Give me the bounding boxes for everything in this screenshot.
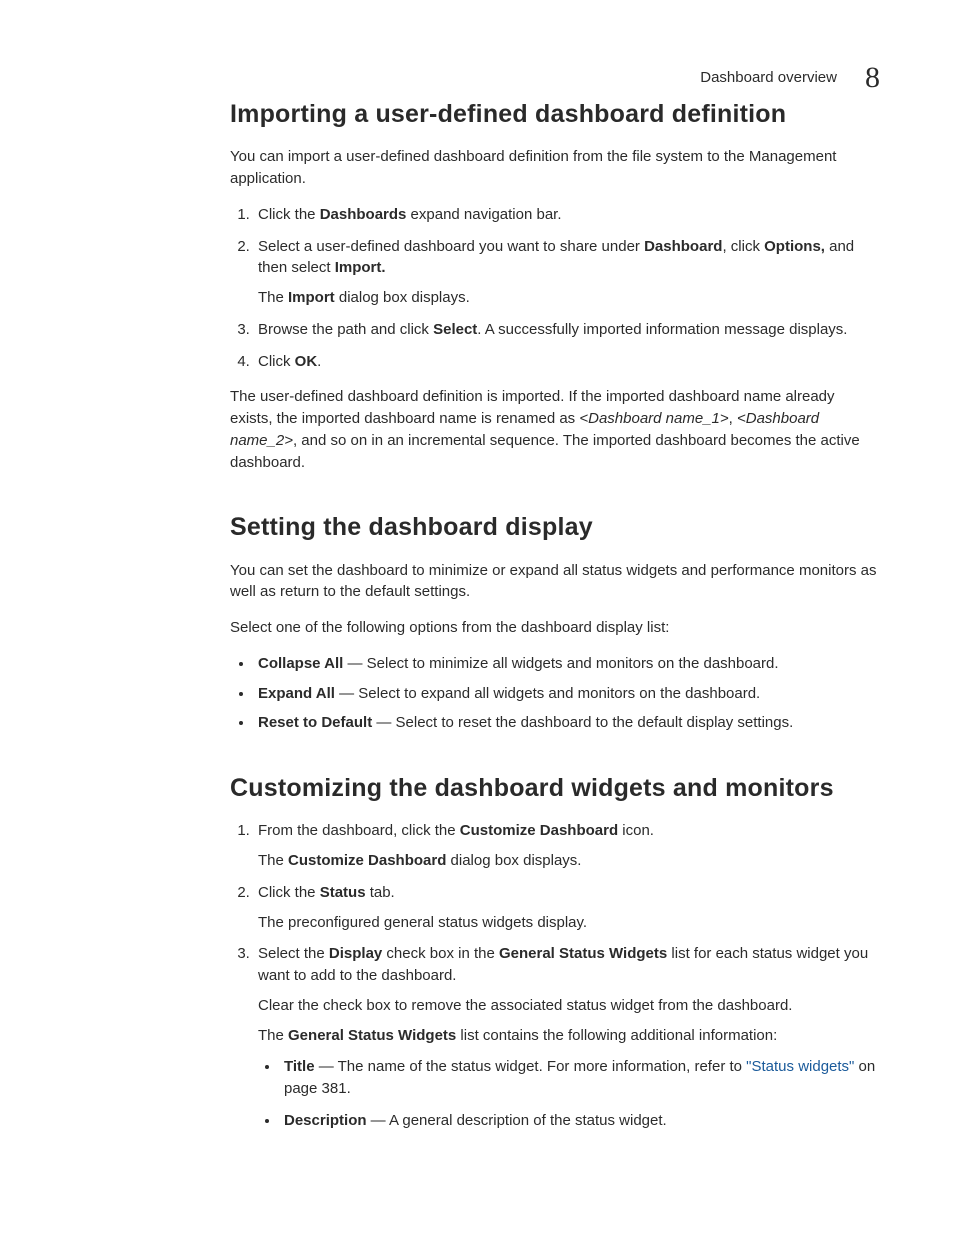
list-item: Expand All — Select to expand all widget… (254, 683, 880, 705)
bold-text: Import. (335, 259, 386, 276)
paragraph: You can set the dashboard to minimize or… (230, 560, 880, 604)
text: tab. (366, 884, 395, 901)
chapter-number: 8 (865, 56, 880, 100)
bold-text: Customize Dashboard (288, 852, 446, 869)
bold-text: Import (288, 289, 335, 306)
paragraph: The user-defined dashboard definition is… (230, 386, 880, 473)
section-customizing: Customizing the dashboard widgets and mo… (230, 770, 880, 1132)
text: icon. (618, 822, 654, 839)
text: expand navigation bar. (406, 206, 561, 223)
bold-text: Select (433, 321, 477, 338)
text: check box in the (382, 945, 499, 962)
list-item: Collapse All — Select to minimize all wi… (254, 653, 880, 675)
list-item: Select a user-defined dashboard you want… (254, 236, 880, 309)
text: — Select to minimize all widgets and mon… (343, 655, 778, 672)
list-item: From the dashboard, click the Customize … (254, 820, 880, 872)
text: The (258, 289, 288, 306)
text: . A successfully imported information me… (477, 321, 847, 338)
text: — Select to expand all widgets and monit… (335, 685, 760, 702)
document-page: Dashboard overview 8 Importing a user-de… (0, 0, 954, 1235)
text: . (317, 353, 321, 370)
paragraph: The preconfigured general status widgets… (258, 912, 880, 934)
list-item: Click the Dashboards expand navigation b… (254, 204, 880, 226)
text: Select a user-defined dashboard you want… (258, 238, 644, 255)
bold-text: Options, (764, 238, 825, 255)
link-status-widgets[interactable]: "Status widgets" (746, 1058, 854, 1075)
bold-text: Collapse All (258, 655, 343, 672)
unordered-list: Collapse All — Select to minimize all wi… (230, 653, 880, 734)
bold-text: Status (320, 884, 366, 901)
text: The (258, 852, 288, 869)
paragraph: The Customize Dashboard dialog box displ… (258, 850, 880, 872)
heading-setting: Setting the dashboard display (230, 509, 880, 545)
italic-text: <Dashboard name_1> (579, 410, 728, 427)
list-item: Description — A general description of t… (280, 1110, 880, 1132)
paragraph: Clear the check box to remove the associ… (258, 995, 880, 1017)
paragraph: The General Status Widgets list contains… (258, 1025, 880, 1047)
bold-text: Reset to Default (258, 714, 372, 731)
bold-text: Title (284, 1058, 315, 1075)
text: — Select to reset the dashboard to the d… (372, 714, 793, 731)
text: The (258, 1027, 288, 1044)
section-importing: Importing a user-defined dashboard defin… (230, 96, 880, 473)
text: Click the (258, 884, 320, 901)
ordered-list: Click the Dashboards expand navigation b… (230, 204, 880, 373)
heading-importing: Importing a user-defined dashboard defin… (230, 96, 880, 132)
bold-text: General Status Widgets (288, 1027, 456, 1044)
text: Click the (258, 206, 320, 223)
paragraph: Select one of the following options from… (230, 617, 880, 639)
text: Browse the path and click (258, 321, 433, 338)
text: From the dashboard, click the (258, 822, 460, 839)
paragraph: You can import a user-defined dashboard … (230, 146, 880, 190)
heading-customizing: Customizing the dashboard widgets and mo… (230, 770, 880, 806)
bold-text: Dashboard (644, 238, 722, 255)
text: — A general description of the status wi… (367, 1112, 667, 1129)
paragraph: The Import dialog box displays. (258, 287, 880, 309)
text: dialog box displays. (446, 852, 581, 869)
bold-text: Expand All (258, 685, 335, 702)
text: , click (722, 238, 764, 255)
list-item: Select the Display check box in the Gene… (254, 943, 880, 1131)
bold-text: General Status Widgets (499, 945, 667, 962)
ordered-list: From the dashboard, click the Customize … (230, 820, 880, 1131)
list-item: Browse the path and click Select. A succ… (254, 319, 880, 341)
section-setting: Setting the dashboard display You can se… (230, 509, 880, 734)
bold-text: Display (329, 945, 382, 962)
list-item: Title — The name of the status widget. F… (280, 1056, 880, 1100)
text: list contains the following additional i… (456, 1027, 777, 1044)
text: Select the (258, 945, 329, 962)
bold-text: Dashboards (320, 206, 407, 223)
list-item: Click the Status tab. The preconfigured … (254, 882, 880, 934)
unordered-list: Title — The name of the status widget. F… (258, 1056, 880, 1131)
running-header: Dashboard overview 8 (700, 56, 880, 100)
bold-text: Customize Dashboard (460, 822, 618, 839)
list-item: Reset to Default — Select to reset the d… (254, 712, 880, 734)
text: , and so on in an incremental sequence. … (230, 432, 860, 471)
bold-text: OK (295, 353, 318, 370)
text: , (729, 410, 737, 427)
text: — The name of the status widget. For mor… (315, 1058, 747, 1075)
bold-text: Description (284, 1112, 367, 1129)
text: Click (258, 353, 295, 370)
list-item: Click OK. (254, 351, 880, 373)
text: dialog box displays. (335, 289, 470, 306)
running-title: Dashboard overview (700, 67, 837, 89)
